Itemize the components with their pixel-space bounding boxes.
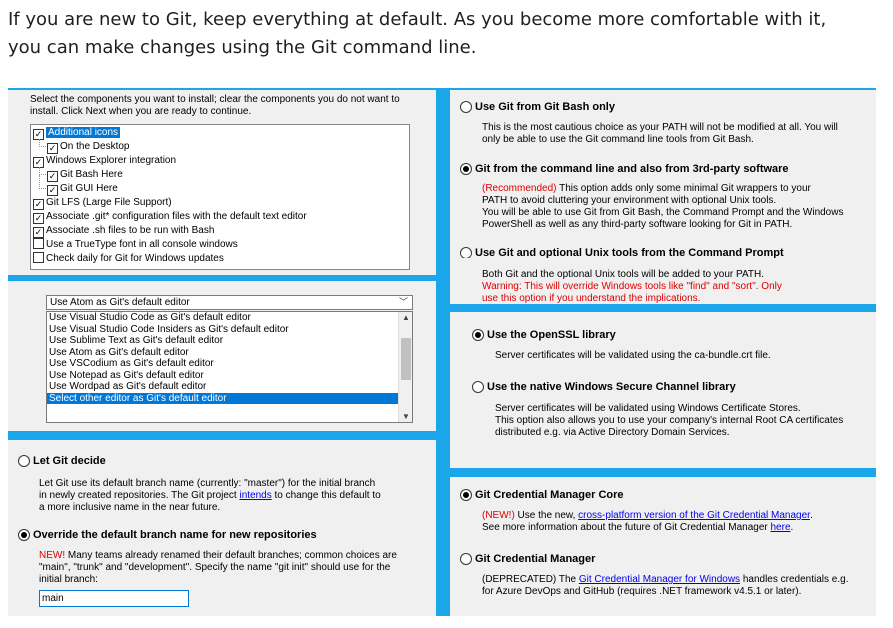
editor-option[interactable]: Use Wordpad as Git's default editor [47,381,412,393]
radio-git-bash-only[interactable]: Use Git from Git Bash only [460,101,615,113]
radio-icon[interactable] [460,163,472,175]
editor-option[interactable]: Use Atom as Git's default editor [47,347,412,359]
radio-icon[interactable] [460,101,472,113]
editor-option[interactable]: Use Notepad as Git's default editor [47,370,412,382]
editor-option[interactable]: Use Visual Studio Code as Git's default … [47,312,412,324]
component-git-lfs[interactable]: ✓ Git LFS (Large File Support) [33,196,172,210]
intro-line-2: you can make changes using the Git comma… [8,37,477,58]
radio-icon[interactable] [460,489,472,501]
override-description: NEW! Many teams already renamed their de… [39,550,397,585]
scroll-up-icon[interactable]: ▲ [399,313,413,322]
radio-gcm-core[interactable]: Git Credential Manager Core [460,489,624,501]
openssl-description: Server certificates will be validated us… [495,350,771,361]
intro-line-1: If you are new to Git, keep everything a… [8,9,827,30]
gcm-core-description: (NEW!) Use the new, cross-platform versi… [482,510,813,533]
gcm-for-windows-link[interactable]: Git Credential Manager for Windows [579,574,740,585]
editor-option[interactable]: Use Sublime Text as Git's default editor [47,335,412,347]
radio-icon[interactable] [460,553,472,565]
editor-option[interactable]: Use VSCodium as Git's default editor [47,358,412,370]
component-associate-git-config[interactable]: ✓ Associate .git* configuration files wit… [33,210,307,224]
tree-branch [39,167,46,175]
radio-override-branch-name[interactable]: Override the default branch name for new… [18,529,317,541]
component-check-updates[interactable]: Check daily for Git for Windows updates [33,252,224,266]
radio-let-git-decide[interactable]: Let Git decide [18,455,106,467]
intends-link[interactable]: intends [239,490,271,501]
scroll-down-icon[interactable]: ▼ [399,412,413,421]
tree-branch [39,139,46,147]
component-on-the-desktop[interactable]: ✓ On the Desktop [47,140,129,154]
radio-openssl[interactable]: Use the OpenSSL library [472,329,616,341]
checkbox-icon[interactable]: ✓ [47,185,58,196]
intro-text: If you are new to Git, keep everything a… [8,6,888,62]
branch-panel: Let Git decide Let Git use its default b… [8,440,436,616]
components-panel: Select the components you want to instal… [8,90,436,275]
radio-gcm[interactable]: Git Credential Manager [460,553,595,565]
checkbox-icon[interactable]: ✓ [47,171,58,182]
radio-icon[interactable] [18,455,30,467]
component-git-bash-here[interactable]: ✓ Git Bash Here [47,168,123,182]
checkbox-icon[interactable] [33,238,44,249]
radio-git-from-command-line[interactable]: Git from the command line and also from … [460,163,789,175]
checkbox-icon[interactable] [33,252,44,263]
scroll-thumb[interactable] [401,338,411,380]
component-additional-icons[interactable]: ✓ Additional icons [33,126,121,140]
checkbox-icon[interactable]: ✓ [33,213,44,224]
editor-option-selected[interactable]: Select other editor as Git's default edi… [47,392,412,404]
gcm-description: (DEPRECATED) The Git Credential Manager … [482,574,849,597]
checkbox-icon[interactable]: ✓ [33,199,44,210]
components-description: Select the components you want to instal… [30,94,400,117]
let-git-decide-description: Let Git use its default branch name (cur… [39,478,381,513]
editor-options-list[interactable]: Use Visual Studio Code as Git's default … [46,311,413,423]
here-link[interactable]: here [771,522,791,533]
ssl-panel: Use the OpenSSL library Server certifica… [450,312,876,468]
editor-option[interactable]: Use Visual Studio Code Insiders as Git's… [47,324,412,336]
radio-icon[interactable] [18,529,30,541]
windows-secure-channel-description: Server certificates will be validated us… [495,403,844,438]
cross-platform-gcm-link[interactable]: cross-platform version of the Git Creden… [578,510,810,521]
git-and-unix-tools-description: Both Git and the optional Unix tools wil… [482,269,782,304]
path-panel: Use Git from Git Bash only This is the m… [450,90,876,276]
editor-panel: Use Atom as Git's default editor ﹀ Use Vi… [8,281,436,431]
git-bash-only-description: This is the most cautious choice as your… [482,122,838,145]
component-git-gui-here[interactable]: ✓ Git GUI Here [47,182,118,196]
checkbox-icon[interactable]: ✓ [47,143,58,154]
chevron-down-icon[interactable]: ﹀ [399,296,408,309]
checkbox-icon[interactable]: ✓ [33,227,44,238]
git-from-command-line-description: (Recommended) This option adds only some… [482,183,844,230]
editor-select[interactable]: Use Atom as Git's default editor ﹀ [46,295,413,310]
component-associate-sh[interactable]: ✓ Associate .sh files to be run with Bash [33,224,214,238]
radio-icon[interactable] [472,329,484,341]
branch-name-input[interactable]: main [39,590,189,607]
path-panel-continued: Both Git and the optional Unix tools wil… [450,258,876,304]
component-truetype-font[interactable]: Use a TrueType font in all console windo… [33,238,238,252]
tree-branch [39,175,46,189]
radio-windows-secure-channel[interactable]: Use the native Windows Secure Channel li… [472,381,736,393]
credential-panel: Git Credential Manager Core (NEW!) Use t… [450,477,876,616]
scrollbar[interactable]: ▲ ▼ [398,312,412,422]
radio-icon[interactable] [472,381,484,393]
component-explorer-integration[interactable]: ✓ Windows Explorer integration [33,154,176,168]
components-tree[interactable]: ✓ Additional icons ✓ On the Desktop ✓ Windo… [30,124,410,270]
